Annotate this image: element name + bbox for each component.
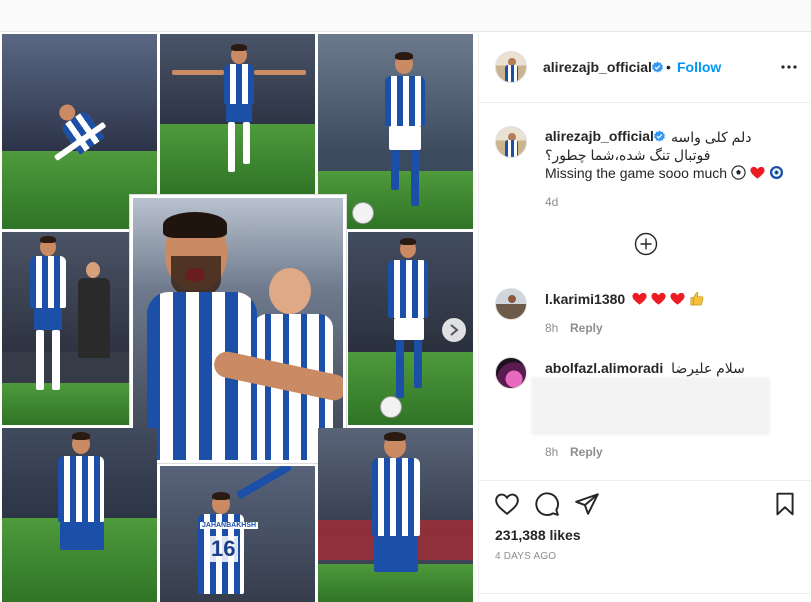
add-comment-bar <box>479 593 811 602</box>
collage-tile-main-scream <box>130 195 346 463</box>
comment-2: abolfazl.alimoradi سلام علیرضا <box>545 359 745 377</box>
browser-top-bar <box>0 0 811 32</box>
comment-button[interactable] <box>534 491 560 517</box>
save-button[interactable] <box>772 491 798 517</box>
red-heart-icon <box>651 292 666 305</box>
post-photo-collage[interactable]: JAHANBAKHSH 16 <box>0 32 478 602</box>
jersey-number-text: 16 <box>208 536 239 562</box>
verified-badge-icon <box>652 61 663 73</box>
comment-bubble-icon <box>535 492 559 516</box>
author-username[interactable]: alirezajb_official <box>543 59 652 75</box>
red-heart-icon <box>670 292 685 305</box>
bookmark-icon <box>776 492 794 516</box>
comment-1: l.karimi1380 <box>545 290 704 308</box>
comment-2-time: 8h <box>545 445 559 459</box>
comment-1-reply-button[interactable]: Reply <box>570 321 603 335</box>
more-options-button[interactable] <box>779 57 799 77</box>
caption-persian-line2: فوتبال تنگ شده،شما چطور؟ <box>545 147 711 163</box>
post-side-panel: alirezajb_official • Follow alirezajb_of… <box>478 32 811 602</box>
collage-tile-pointing: JAHANBAKHSH 16 <box>160 466 315 602</box>
post-header: alirezajb_official • Follow <box>479 32 811 103</box>
comment-1-time: 8h <box>545 321 559 335</box>
comment-1-username[interactable]: l.karimi1380 <box>545 291 625 307</box>
comment-2-username[interactable]: abolfazl.alimoradi <box>545 360 663 376</box>
load-more-comments-icon <box>634 232 658 256</box>
instagram-post: JAHANBAKHSH 16 alirezajb_official • Foll… <box>0 32 811 602</box>
evil-eye-icon <box>769 165 783 180</box>
caption-english-text: Missing the game sooo much <box>545 165 728 181</box>
thumbs-up-icon <box>690 292 704 306</box>
caption-english-line: Missing the game sooo much <box>545 164 784 182</box>
red-heart-icon <box>632 292 647 305</box>
header-dot-separator: • <box>666 59 671 75</box>
comment-1-emojis <box>632 291 704 307</box>
next-photo-button[interactable] <box>442 318 466 342</box>
comment-avatar-abolfazl[interactable] <box>495 357 527 389</box>
collage-tile-hands-on-face <box>318 428 473 602</box>
soccer-ball-icon <box>731 165 746 180</box>
comment-2-reply-button[interactable]: Reply <box>570 445 603 459</box>
collage-tile-knee-slide <box>2 428 157 602</box>
blurred-comment-region <box>531 377 770 435</box>
share-button[interactable] <box>574 491 600 517</box>
like-button[interactable] <box>494 491 520 517</box>
more-options-icon <box>781 65 797 69</box>
post-time-ago[interactable]: 4 DAYS AGO <box>495 551 556 562</box>
jersey-name-text: JAHANBAKHSH <box>200 522 259 529</box>
author-avatar[interactable] <box>495 51 527 83</box>
load-more-comments-button[interactable] <box>634 232 658 256</box>
caption-username[interactable]: alirezajb_official <box>545 128 654 144</box>
comment-2-text: سلام علیرضا <box>671 360 745 376</box>
caption-persian-line1: دلم کلی واسه <box>671 129 752 145</box>
follow-button[interactable]: Follow <box>677 59 721 75</box>
chevron-right-icon <box>450 324 459 336</box>
caption-time[interactable]: 4d <box>545 195 558 209</box>
collage-tile-hand-on-chest <box>2 232 129 425</box>
red-heart-icon <box>750 166 765 179</box>
caption-verified-badge-icon <box>654 130 665 142</box>
comment-avatar-lkarimi[interactable] <box>495 288 527 320</box>
likes-count[interactable]: 231,388 likes <box>495 527 581 543</box>
collage-tile-celebration <box>160 34 315 194</box>
paper-plane-icon <box>575 493 599 515</box>
heart-outline-icon <box>495 493 519 515</box>
caption-author-avatar[interactable] <box>495 126 527 158</box>
post-actions: 231,388 likes 4 DAYS AGO <box>479 480 811 602</box>
